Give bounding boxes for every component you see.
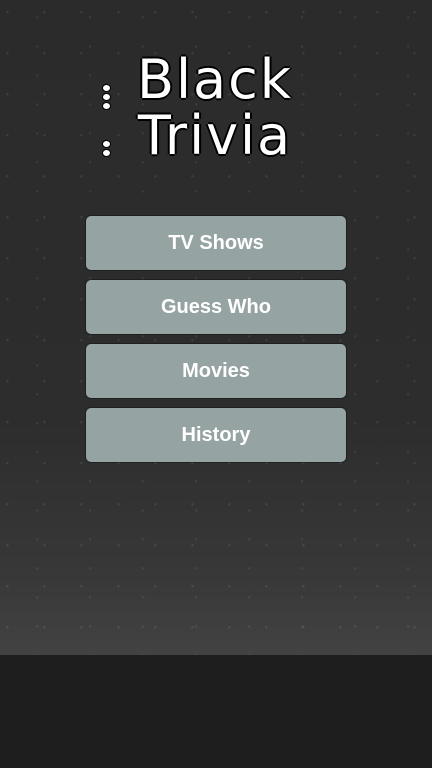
- history-button[interactable]: History: [86, 408, 346, 462]
- logo-line-1: Black: [136, 48, 294, 111]
- category-menu: TV Shows Guess Who Movies History: [86, 216, 346, 472]
- movies-button[interactable]: Movies: [86, 344, 346, 398]
- app-logo: Black Trivia: [90, 52, 340, 164]
- tv-shows-button[interactable]: TV Shows: [86, 216, 346, 270]
- guess-who-button[interactable]: Guess Who: [86, 280, 346, 334]
- logo-line-2: Trivia: [137, 104, 293, 167]
- bottom-bar: [0, 655, 432, 768]
